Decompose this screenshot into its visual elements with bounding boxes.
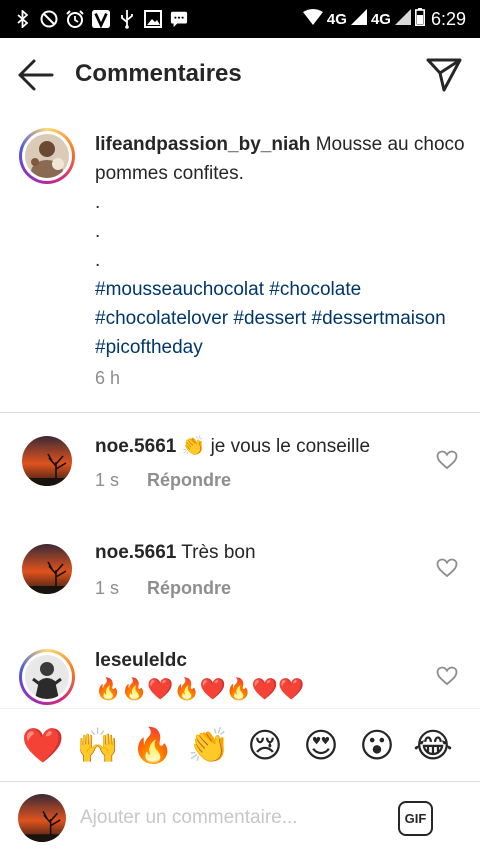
header: Commentaires xyxy=(0,38,480,110)
hashtag-link[interactable]: #chocolatelover xyxy=(95,308,228,329)
caption-dot: . xyxy=(95,192,101,213)
caption-avatar[interactable] xyxy=(19,128,75,184)
caption-dot: . xyxy=(95,221,101,242)
emoji-button-laughing[interactable]: 😂 xyxy=(410,725,456,767)
caption-dot: . xyxy=(95,250,101,271)
battery-icon xyxy=(414,7,425,31)
hashtag-link[interactable]: #picoftheday xyxy=(95,337,203,358)
comment-text: leseuleldc xyxy=(95,650,187,672)
comment-username[interactable]: noe.5661 xyxy=(95,436,176,457)
comment-text: noe.5661 Très bon xyxy=(95,542,256,564)
vlc-icon xyxy=(92,10,110,29)
arrow-left-icon xyxy=(18,59,54,91)
avatar-image xyxy=(25,655,69,699)
hashtag-link[interactable]: #dessertmaison xyxy=(312,308,446,329)
caption-hashtags: #mousseauchocolat #chocolate #chocolatel… xyxy=(95,275,465,362)
message-icon xyxy=(170,10,188,28)
emoji-button-heart-eyes[interactable]: 😍 xyxy=(298,725,344,767)
comment-body: 🔥🔥❤️🔥❤️🔥❤️❤️ xyxy=(95,678,305,701)
emoji-button-fire[interactable]: 🔥 xyxy=(130,725,176,767)
emoji-button-crying[interactable]: 😢 xyxy=(242,725,288,767)
reply-button[interactable]: Répondre xyxy=(147,578,231,598)
caption-timestamp: 6 h xyxy=(95,368,121,388)
do-not-disturb-icon xyxy=(40,10,58,28)
hashtag-link[interactable]: #mousseauchocolat xyxy=(95,279,264,300)
signal-icon xyxy=(350,8,367,30)
page-title: Commentaires xyxy=(75,60,242,87)
comment-body: je vous le conseille xyxy=(210,436,371,457)
sunset-tree-avatar xyxy=(22,544,72,594)
comment-username[interactable]: noe.5661 xyxy=(95,542,176,563)
comment-input[interactable] xyxy=(80,802,380,834)
heart-icon xyxy=(436,450,458,470)
comment-avatar[interactable] xyxy=(22,436,72,486)
paper-plane-icon xyxy=(426,58,462,92)
comment-avatar[interactable] xyxy=(19,649,75,705)
back-button[interactable] xyxy=(16,58,56,92)
alarm-icon xyxy=(66,10,84,28)
gif-button[interactable]: GIF xyxy=(398,801,433,836)
comment-body: Très bon xyxy=(181,542,256,563)
share-button[interactable] xyxy=(424,56,464,94)
emoji-button-heart[interactable]: ❤️ xyxy=(20,725,66,767)
composer-avatar xyxy=(18,794,66,842)
emoji-quick-bar: ❤️ 🙌 🔥 👏 😢 😍 😮 😂 xyxy=(0,708,480,782)
heart-icon xyxy=(436,558,458,578)
caption-text: lifeandpassion_by_niah Mousse au choco p… xyxy=(95,130,465,362)
comment-meta: 1 s Répondre xyxy=(95,578,231,599)
usb-icon xyxy=(118,10,136,29)
hashtag-link[interactable]: #dessert xyxy=(233,308,306,329)
emoji-button-clap[interactable]: 👏 xyxy=(186,725,232,767)
sunset-tree-avatar xyxy=(18,794,66,842)
status-icons-left xyxy=(14,6,188,32)
wifi-icon xyxy=(302,8,323,30)
comment-timestamp: 1 s xyxy=(95,470,120,490)
comment-username[interactable]: leseuleldc xyxy=(95,650,187,671)
status-bar: 4G 4G 6:29 xyxy=(0,0,480,38)
comment-avatar[interactable] xyxy=(22,544,72,594)
comment-meta: 1 s Répondre xyxy=(95,470,231,491)
like-button[interactable] xyxy=(436,450,458,470)
avatar-image xyxy=(25,134,69,178)
comment-timestamp: 1 s xyxy=(95,578,120,598)
like-button[interactable] xyxy=(436,666,458,686)
bluetooth-icon xyxy=(14,10,32,28)
emoji-button-surprised[interactable]: 😮 xyxy=(354,725,400,767)
divider xyxy=(0,412,480,413)
network-type-1: 4G xyxy=(326,10,347,28)
signal-icon-2 xyxy=(394,8,411,30)
sunset-tree-avatar xyxy=(22,436,72,486)
caption-username[interactable]: lifeandpassion_by_niah xyxy=(95,134,310,155)
like-button[interactable] xyxy=(436,558,458,578)
emoji-button-raised-hands[interactable]: 🙌 xyxy=(75,725,121,767)
image-icon xyxy=(144,10,162,28)
reply-button[interactable]: Répondre xyxy=(147,470,231,490)
comment-text: noe.5661 👏 je vous le conseille xyxy=(95,434,370,458)
status-icons-right: 4G 4G 6:29 xyxy=(302,6,466,32)
hashtag-link[interactable]: #chocolate xyxy=(269,279,361,300)
heart-icon xyxy=(436,666,458,686)
comment-composer: GIF xyxy=(0,782,480,854)
network-type-2: 4G xyxy=(370,10,391,28)
clapping-emoji: 👏 xyxy=(181,436,206,457)
status-time: 6:29 xyxy=(430,8,466,29)
